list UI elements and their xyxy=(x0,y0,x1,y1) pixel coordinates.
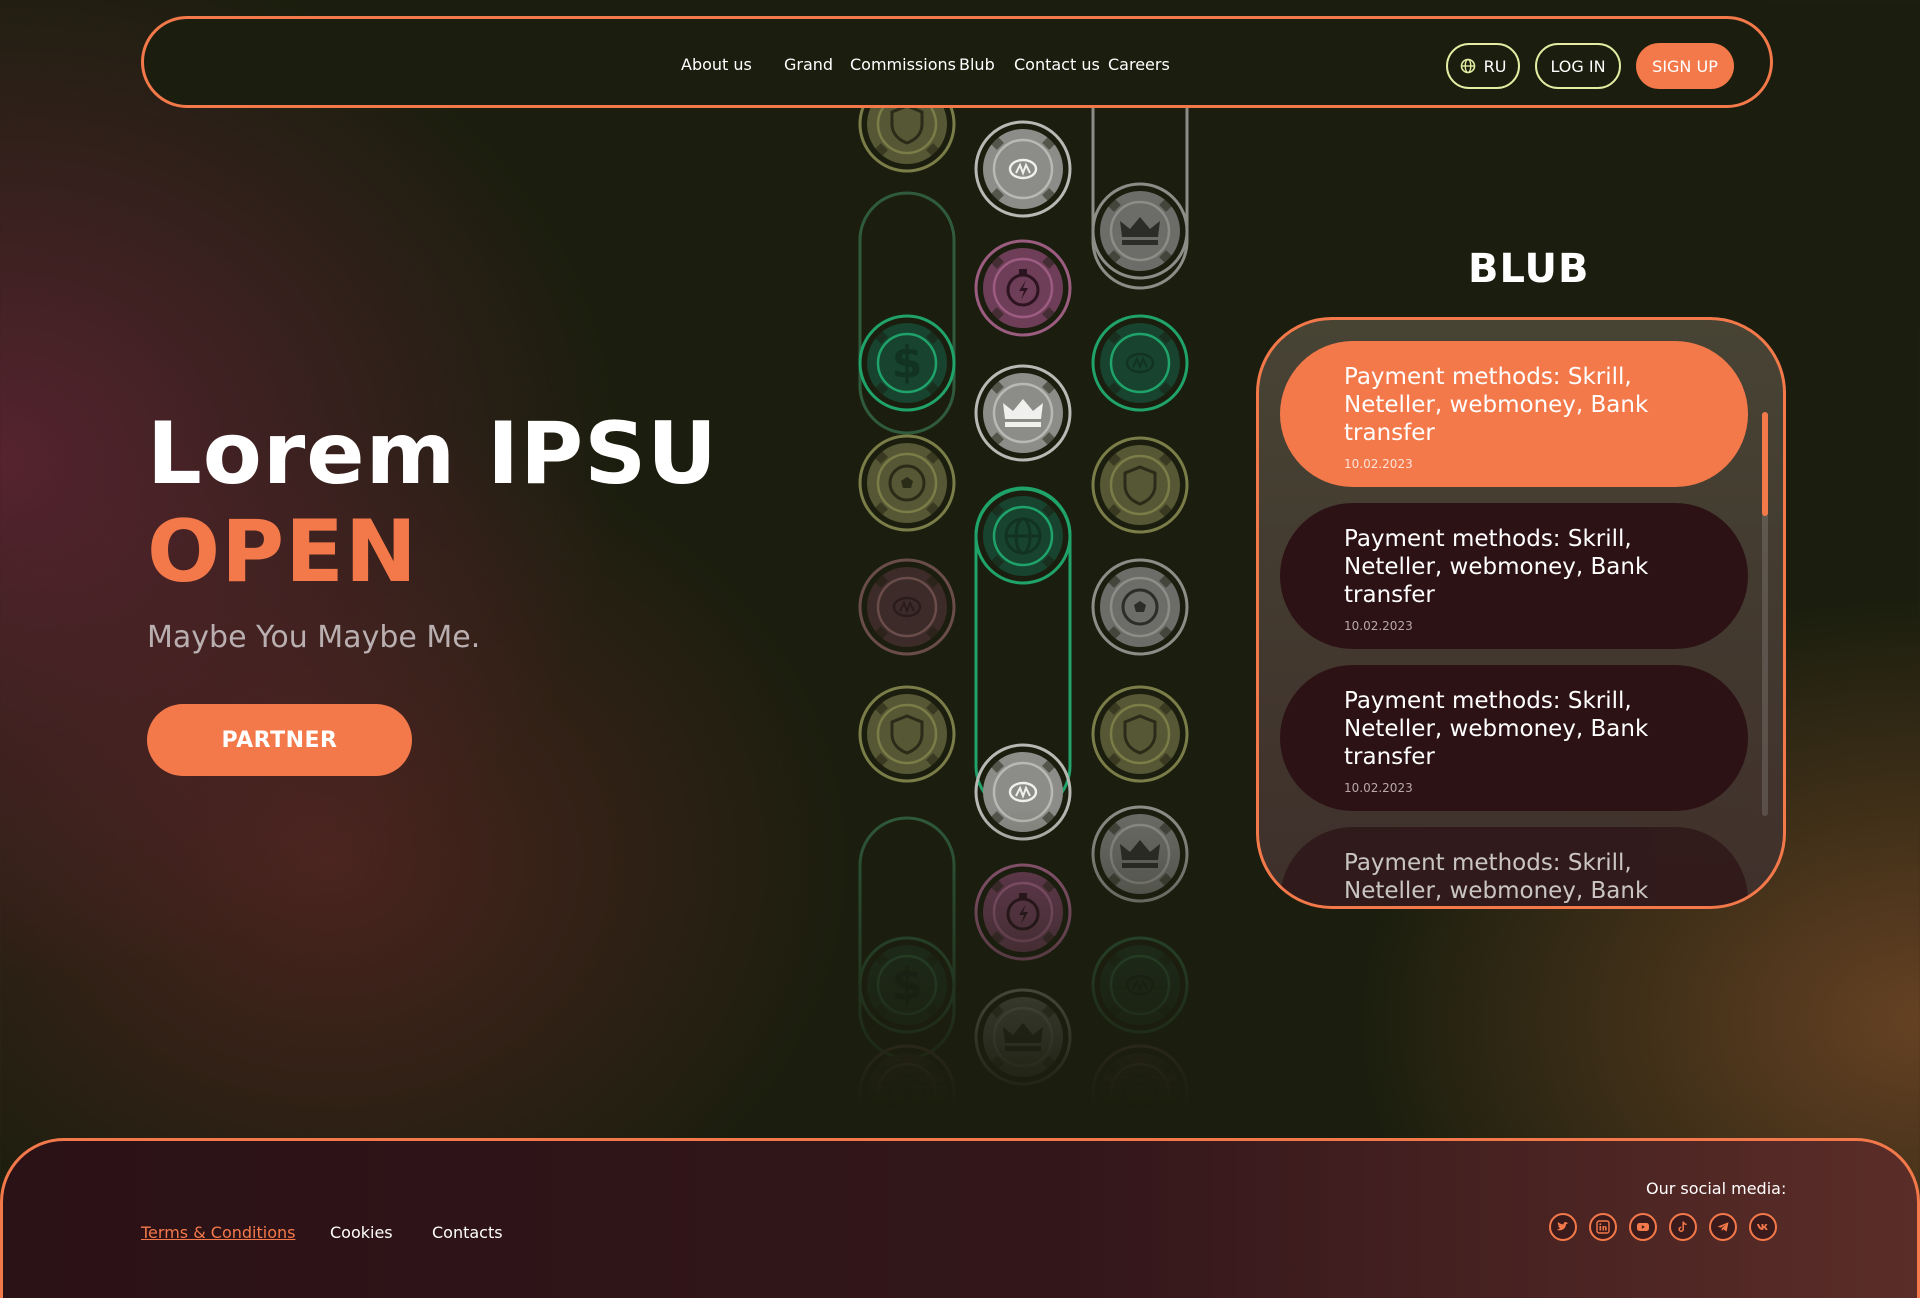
news-card[interactable]: Payment methods: Skrill, Neteller, webmo… xyxy=(1280,341,1748,487)
shield-chip xyxy=(1091,436,1189,534)
twitter-icon[interactable] xyxy=(1549,1213,1577,1241)
news-scrollbar[interactable] xyxy=(1762,412,1768,816)
news-heading: BLUB xyxy=(1468,246,1590,292)
hero-title-accent: OPEN xyxy=(147,502,418,602)
news-card[interactable]: Payment methods: Skrill, Neteller, webmo… xyxy=(1280,665,1748,811)
footer-link-terms[interactable]: Terms & Conditions xyxy=(141,1223,295,1242)
partner-button[interactable]: PARTNER xyxy=(147,704,412,776)
nav-link-blub[interactable]: Blub xyxy=(959,55,995,74)
linkedin-icon[interactable] xyxy=(1589,1213,1617,1241)
shield-chip xyxy=(858,685,956,783)
hero-subtitle: Maybe You Maybe Me. xyxy=(147,620,481,655)
nav-link-grand[interactable]: Grand xyxy=(784,55,833,74)
main-nav: About us Grand Commissions Blub Contact … xyxy=(144,19,1770,105)
news-card[interactable]: Payment methods: Skrill, Neteller, webmo… xyxy=(1280,827,1748,906)
svg-text:$: $ xyxy=(892,337,923,388)
crown-chip xyxy=(1091,805,1189,903)
news-card-date: 10.02.2023 xyxy=(1344,457,1413,471)
coin-chip xyxy=(1091,314,1189,412)
tiktok-icon[interactable] xyxy=(1669,1213,1697,1241)
ball-chip xyxy=(858,1044,956,1108)
footer-link-cookies[interactable]: Cookies xyxy=(330,1223,393,1242)
nav-link-commissions[interactable]: Commissions xyxy=(850,55,956,74)
coin-chip xyxy=(974,743,1072,841)
nav-link-about[interactable]: About us xyxy=(681,55,752,74)
watch-chip xyxy=(974,239,1072,337)
globe-icon xyxy=(1460,58,1476,74)
crown-chip xyxy=(974,988,1072,1086)
dollar-chip: $ xyxy=(858,314,956,412)
coin-chip xyxy=(858,558,956,656)
news-card-title: Payment methods: Skrill, Neteller, webmo… xyxy=(1344,688,1649,770)
social-media-label: Our social media: xyxy=(1646,1179,1787,1198)
news-card[interactable]: Payment methods: Skrill, Neteller, webmo… xyxy=(1280,503,1748,649)
shield-chip xyxy=(858,108,956,173)
telegram-icon[interactable] xyxy=(1709,1213,1737,1241)
news-panel: Payment methods: Skrill, Neteller, webmo… xyxy=(1256,317,1786,909)
news-card-date: 10.02.2023 xyxy=(1344,619,1413,633)
footer-link-contacts[interactable]: Contacts xyxy=(432,1223,503,1242)
chip-column-art: $$ xyxy=(858,108,1189,1108)
login-button[interactable]: LOG IN xyxy=(1535,43,1621,89)
coin-chip xyxy=(974,120,1072,218)
crown-chip xyxy=(974,364,1072,462)
news-card-title: Payment methods: Skrill, Neteller, webmo… xyxy=(1344,526,1649,608)
vk-icon[interactable] xyxy=(1749,1213,1777,1241)
chip-decoration: $ $ xyxy=(840,108,1220,1108)
dollar-chip: $ xyxy=(858,936,956,1034)
nav-link-contact[interactable]: Contact us xyxy=(1014,55,1100,74)
language-label: RU xyxy=(1483,56,1507,76)
svg-text:$: $ xyxy=(892,959,923,1010)
news-card-title: Payment methods: Skrill, Neteller, webmo… xyxy=(1344,850,1649,904)
globe-chip xyxy=(974,487,1072,585)
hero-title: Lorem IPSU xyxy=(147,404,718,504)
news-card-date: 10.02.2023 xyxy=(1344,781,1413,795)
youtube-icon[interactable] xyxy=(1629,1213,1657,1241)
news-scrollbar-thumb[interactable] xyxy=(1762,412,1768,516)
watch-chip xyxy=(974,863,1072,961)
ball-chip xyxy=(1091,558,1189,656)
crown-chip xyxy=(1091,182,1189,280)
nav-link-careers[interactable]: Careers xyxy=(1108,55,1170,74)
top-navbar: About us Grand Commissions Blub Contact … xyxy=(141,16,1773,108)
language-button[interactable]: RU xyxy=(1446,43,1520,89)
signup-button[interactable]: SIGN UP xyxy=(1636,43,1734,89)
shield-chip xyxy=(1091,685,1189,783)
shield-chip xyxy=(1091,1044,1189,1108)
coin-chip xyxy=(1091,936,1189,1034)
news-card-title: Payment methods: Skrill, Neteller, webmo… xyxy=(1344,364,1649,446)
ball-chip xyxy=(858,434,956,532)
